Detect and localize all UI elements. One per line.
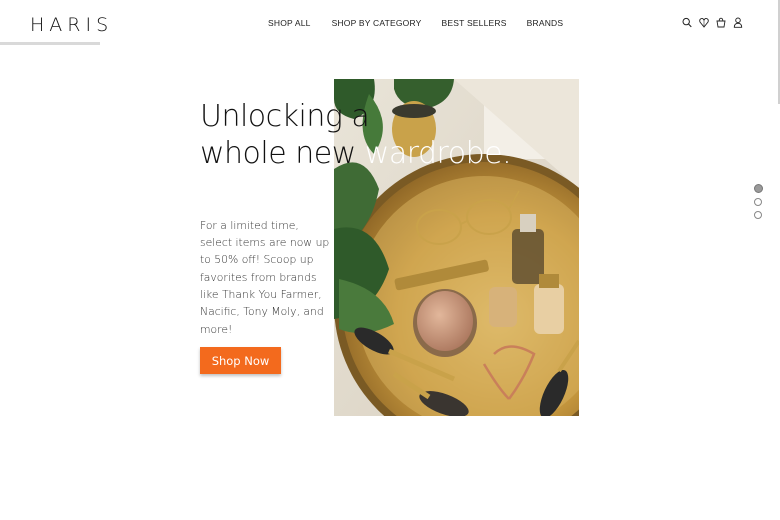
slide-dot-1[interactable] xyxy=(753,184,763,193)
account-icon[interactable] xyxy=(733,17,743,28)
slide-dot-3[interactable] xyxy=(754,211,762,219)
headline-line-2: whole new wardrobe. xyxy=(200,135,512,172)
headline-line-1: Unlocking a xyxy=(200,99,370,134)
main-nav: SHOP ALL SHOP BY CATEGORY BEST SELLERS B… xyxy=(268,18,583,28)
search-icon[interactable] xyxy=(682,17,692,28)
slider-pagination xyxy=(753,184,763,219)
cart-icon[interactable] xyxy=(716,17,726,28)
headline-line-2-dark: whole new xyxy=(200,136,365,171)
shop-now-button[interactable]: Shop Now xyxy=(200,347,281,374)
headline-line-2-light: wardrobe. xyxy=(364,136,512,171)
hero-headline: Unlocking a whole new wardrobe. xyxy=(200,98,512,172)
nav-brands[interactable]: BRANDS xyxy=(527,18,564,28)
brand-logo[interactable]: HARIS xyxy=(30,14,113,36)
logo-underline xyxy=(0,42,100,45)
header-icons xyxy=(682,17,743,28)
hero-body-text: For a limited time, select items are now… xyxy=(200,218,330,336)
wishlist-icon[interactable] xyxy=(699,17,709,28)
slide-dot-2[interactable] xyxy=(754,198,762,206)
nav-shop-all[interactable]: SHOP ALL xyxy=(268,18,311,28)
nav-best-sellers[interactable]: BEST SELLERS xyxy=(442,18,507,28)
nav-shop-by-category[interactable]: SHOP BY CATEGORY xyxy=(332,18,422,28)
